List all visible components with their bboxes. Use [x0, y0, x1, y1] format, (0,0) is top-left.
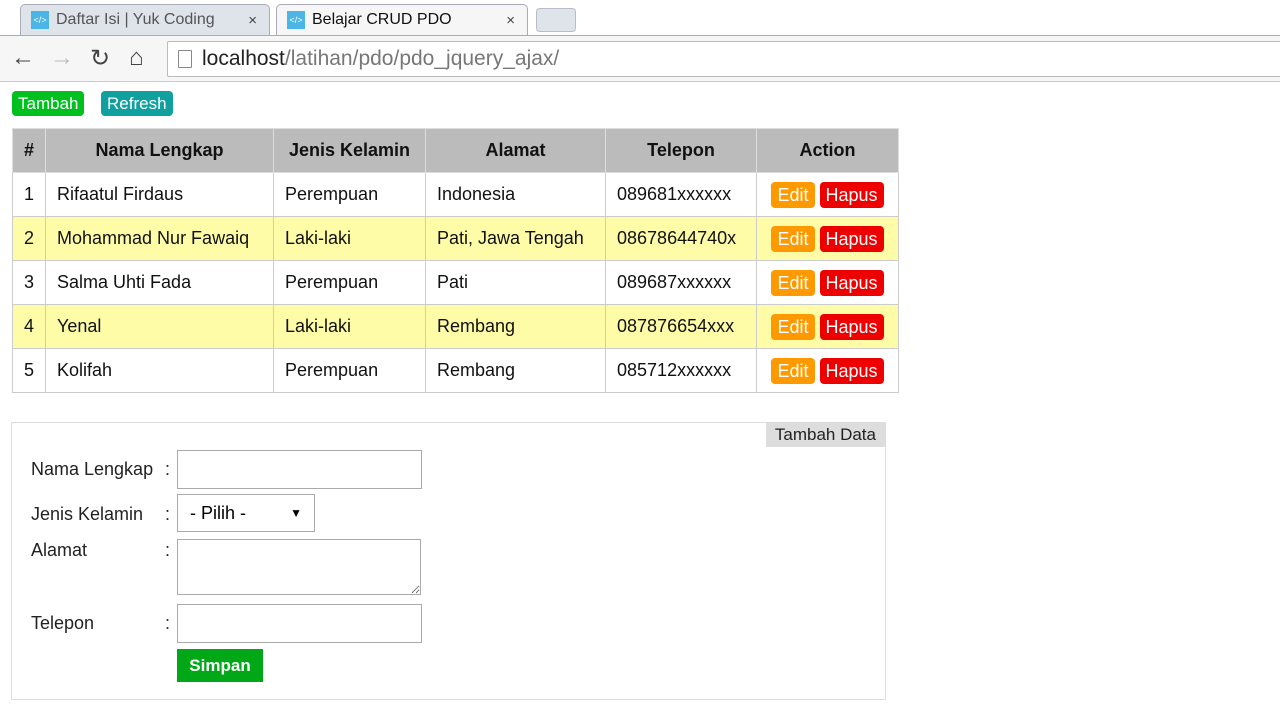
select-value: - Pilih -	[190, 503, 247, 523]
jenis-kelamin-cell: Laki-laki	[273, 216, 427, 261]
url-host: localhost	[202, 47, 285, 70]
table-row: 4 Yenal Laki-laki Rembang 087876654xxx Edit H…	[11, 304, 900, 349]
row-number: 1	[11, 172, 47, 217]
jenis-kelamin-cell: Perempuan	[273, 260, 427, 305]
hapus-button[interactable]: Hapus	[819, 357, 884, 384]
hapus-button[interactable]: Hapus	[819, 313, 884, 340]
col-nama: Nama Lengkap	[45, 128, 275, 173]
telepon-cell: 087876654xxx	[605, 304, 758, 349]
edit-button[interactable]: Edit	[771, 269, 815, 296]
page-icon	[178, 50, 192, 68]
dropdown-arrow-icon: ▼	[290, 506, 302, 520]
reload-icon[interactable]: ↻	[90, 44, 110, 73]
telepon-cell: 085712xxxxxx	[605, 348, 758, 393]
alamat-cell: Rembang	[425, 348, 607, 393]
telepon-cell: 08678644740x	[605, 216, 758, 261]
telepon-label: Telepon	[31, 613, 95, 633]
tab-strip: </> Daftar Isi | Yuk Coding × </> Belaja…	[0, 0, 1280, 36]
edit-button[interactable]: Edit	[771, 181, 815, 208]
action-cell: Edit Hapus	[756, 348, 900, 393]
browser-toolbar: ← → ↻ ⌂ localhost/latihan/pdo/pdo_jquery…	[0, 35, 1280, 82]
alamat-textarea[interactable]	[177, 539, 421, 595]
colon: :	[165, 613, 171, 633]
code-favicon-icon: </>	[31, 11, 49, 29]
nama-cell: Rifaatul Firdaus	[45, 172, 275, 217]
refresh-button[interactable]: Refresh	[101, 91, 173, 116]
new-tab-button[interactable]	[536, 8, 576, 32]
col-action: Action	[756, 128, 900, 173]
nama-input[interactable]	[177, 450, 422, 489]
edit-button[interactable]: Edit	[771, 225, 815, 252]
hapus-button[interactable]: Hapus	[819, 225, 884, 252]
table-row: 2 Mohammad Nur Fawaiq Laki-laki Pati, Jawa …	[11, 216, 900, 261]
telepon-cell: 089687xxxxxx	[605, 260, 758, 305]
table-row: 5 Kolifah Perempuan Rembang 085712xxxxxx Edit…	[11, 348, 900, 393]
tambah-data-panel: Tambah Data Nama Lengkap : Jenis Kelamin…	[11, 422, 886, 700]
hapus-button[interactable]: Hapus	[819, 181, 884, 208]
colon: :	[165, 459, 171, 479]
tambah-button[interactable]: Tambah	[12, 91, 85, 116]
alamat-cell: Pati	[425, 260, 607, 305]
simpan-button[interactable]: Simpan	[177, 649, 263, 682]
action-cell: Edit Hapus	[756, 216, 900, 261]
hapus-button[interactable]: Hapus	[819, 269, 884, 296]
table-row: 1 Rifaatul Firdaus Perempuan Indonesia 08968…	[11, 172, 900, 217]
col-number: #	[11, 128, 47, 173]
row-number: 4	[11, 304, 47, 349]
jenis-kelamin-label: Jenis Kelamin	[31, 504, 144, 524]
colon: :	[165, 504, 171, 524]
edit-button[interactable]: Edit	[771, 357, 815, 384]
tab-title: Belajar CRUD PDO	[312, 11, 452, 28]
colon: :	[165, 540, 171, 560]
panel-title: Tambah Data	[765, 423, 885, 447]
nama-cell: Kolifah	[45, 348, 275, 393]
home-icon[interactable]: ⌂	[129, 44, 144, 72]
alamat-cell: Rembang	[425, 304, 607, 349]
alamat-cell: Indonesia	[425, 172, 607, 217]
col-telepon: Telepon	[605, 128, 758, 173]
code-favicon-icon: </>	[287, 11, 305, 29]
row-number: 5	[11, 348, 47, 393]
action-cell: Edit Hapus	[756, 172, 900, 217]
nama-label: Nama Lengkap	[31, 459, 154, 479]
action-cell: Edit Hapus	[756, 304, 900, 349]
jenis-kelamin-select[interactable]: - Pilih - ▼	[177, 494, 315, 532]
alamat-label: Alamat	[31, 540, 88, 560]
row-number: 3	[11, 260, 47, 305]
action-cell: Edit Hapus	[756, 260, 900, 305]
url-path: /latihan/pdo/pdo_jquery_ajax/	[284, 47, 560, 70]
tab-daftar-isi[interactable]: </> Daftar Isi | Yuk Coding ×	[20, 4, 270, 35]
nama-cell: Mohammad Nur Fawaiq	[45, 216, 275, 261]
tab-belajar-crud[interactable]: </> Belajar CRUD PDO ×	[276, 4, 528, 35]
close-tab-icon[interactable]: ×	[248, 12, 257, 29]
jenis-kelamin-cell: Perempuan	[273, 348, 427, 393]
edit-button[interactable]: Edit	[771, 313, 815, 340]
jenis-kelamin-cell: Perempuan	[273, 172, 427, 217]
back-icon[interactable]: ←	[11, 44, 35, 72]
telepon-input[interactable]	[177, 604, 422, 643]
jenis-kelamin-cell: Laki-laki	[273, 304, 427, 349]
table-row: 3 Salma Uhti Fada Perempuan Pati 089687xxxxx…	[11, 260, 900, 305]
nama-cell: Salma Uhti Fada	[45, 260, 275, 305]
telepon-cell: 089681xxxxxx	[605, 172, 758, 217]
tab-title: Daftar Isi | Yuk Coding	[56, 11, 215, 28]
address-bar[interactable]: localhost/latihan/pdo/pdo_jquery_ajax/	[167, 41, 1280, 77]
close-tab-icon[interactable]: ×	[506, 12, 515, 29]
nama-cell: Yenal	[45, 304, 275, 349]
col-alamat: Alamat	[425, 128, 607, 173]
row-number: 2	[11, 216, 47, 261]
alamat-cell: Pati, Jawa Tengah	[425, 216, 607, 261]
table-header: # Nama Lengkap Jenis Kelamin Alamat Tele…	[11, 128, 900, 173]
forward-icon[interactable]: →	[50, 44, 74, 72]
col-jenis-kelamin: Jenis Kelamin	[273, 128, 427, 173]
data-table: # Nama Lengkap Jenis Kelamin Alamat Tele…	[11, 128, 900, 393]
